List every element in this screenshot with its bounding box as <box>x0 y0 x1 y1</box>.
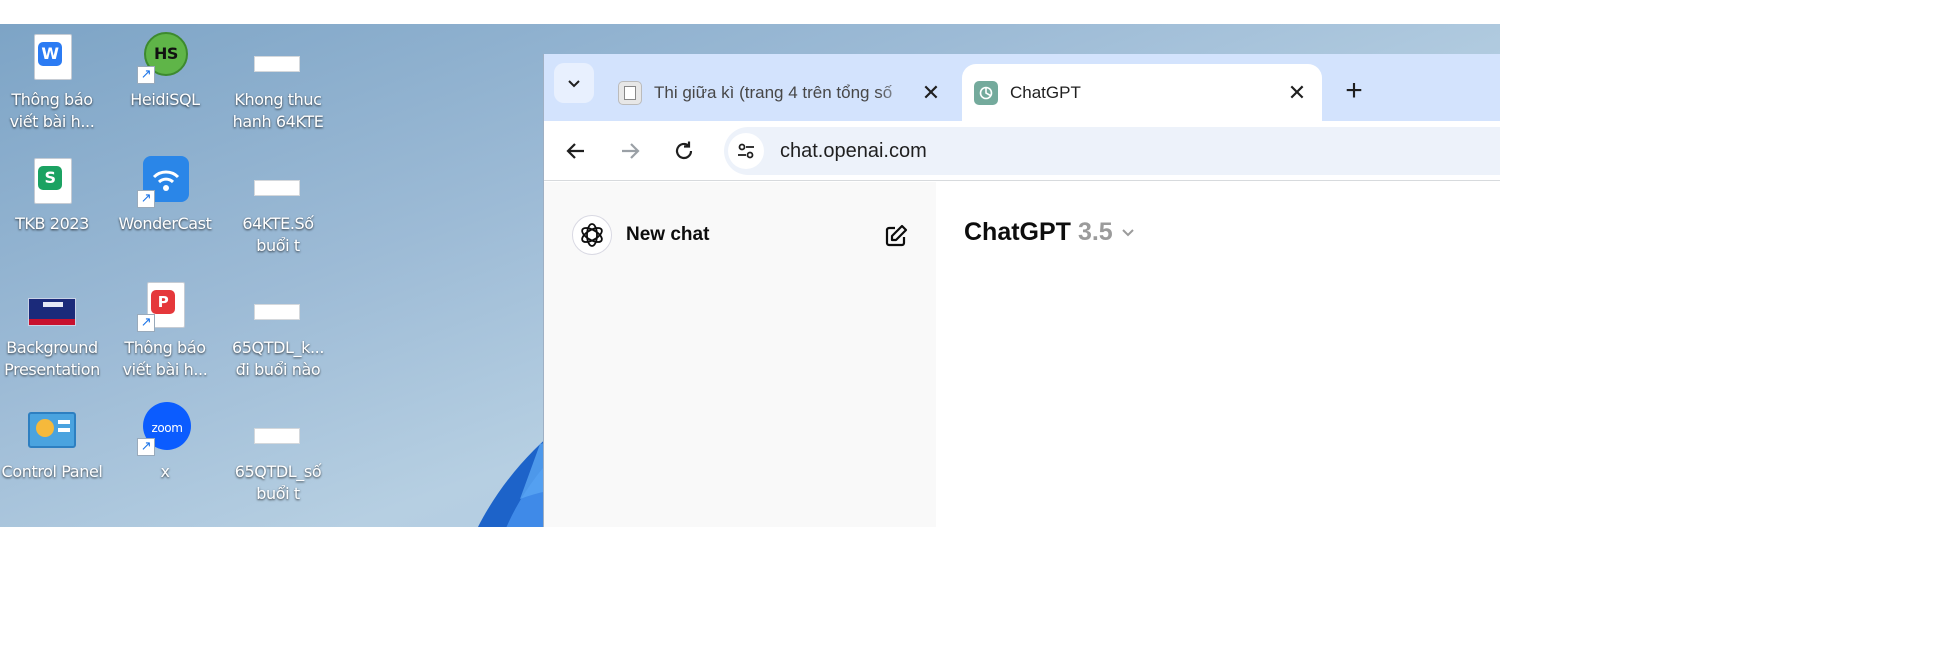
presentation-image-icon <box>24 278 80 334</box>
document-favicon-icon <box>618 80 642 105</box>
address-bar[interactable]: chat.openai.com <box>724 127 1500 175</box>
chatgpt-page: New chat ChatGPT 3.5 <box>544 182 1500 527</box>
tab-search-button[interactable] <box>554 63 594 103</box>
desktop-icon-zoom[interactable]: zoom ↗ x <box>113 402 217 514</box>
url-text[interactable]: chat.openai.com <box>780 140 927 163</box>
blank-file-icon <box>250 402 306 458</box>
new-chat-label: New chat <box>626 224 710 245</box>
close-tab-icon[interactable]: ✕ <box>916 78 946 108</box>
tab-title: Thi giữa kì (trang 4 trên tổng số <box>654 82 893 102</box>
arrow-left-icon <box>566 143 584 159</box>
back-button[interactable] <box>556 131 596 171</box>
wps-spreadsheet-icon: S <box>24 154 80 210</box>
chevron-down-icon <box>568 80 580 88</box>
new-chat-button[interactable]: New chat <box>572 212 922 258</box>
edit-compose-icon[interactable] <box>882 222 910 250</box>
desktop-icon-wondercast[interactable]: ↗ WonderCast <box>113 154 217 266</box>
reload-icon <box>675 141 693 160</box>
openai-logo-icon <box>572 215 612 255</box>
chatgpt-favicon-icon <box>974 80 998 105</box>
desktop-icon-thong-bao-pdf[interactable]: P ↗ Thông báo viết bài h... <box>113 278 217 390</box>
chevron-down-icon <box>1122 229 1134 237</box>
desktop-icon-khong-thuc-hanh[interactable]: Khong thuc hanh 64KTE <box>226 30 330 142</box>
wondercast-icon: ↗ <box>137 154 193 210</box>
desktop-icon-65qtdl-k[interactable]: 65QTDL_k... đi buổi nào <box>226 278 330 390</box>
wps-writer-doc-icon: W <box>24 30 80 86</box>
desktop-icon-control-panel[interactable]: Control Panel <box>0 402 104 514</box>
blank-file-icon <box>250 154 306 210</box>
desktop-icon-heidisql[interactable]: HS ↗ HeidiSQL <box>113 30 217 142</box>
zoom-icon: zoom ↗ <box>137 402 193 458</box>
tab-exam[interactable]: Thi giữa kì (trang 4 trên tổng số ✕ <box>604 64 956 121</box>
site-info-button[interactable] <box>728 133 764 169</box>
tune-icon <box>738 143 754 159</box>
sidebar: New chat <box>544 182 936 527</box>
model-name: ChatGPT <box>964 217 1071 246</box>
desktop-icon-tkb-2023[interactable]: S TKB 2023 <box>0 154 104 266</box>
desktop-icon-background-presentation[interactable]: Background Presentation <box>0 278 104 390</box>
reload-button[interactable] <box>664 131 704 171</box>
browser-toolbar: chat.openai.com <box>544 121 1500 181</box>
blank-file-icon <box>250 278 306 334</box>
tab-chatgpt[interactable]: ChatGPT ✕ <box>962 64 1322 121</box>
pdf-file-icon: P ↗ <box>137 278 193 334</box>
tab-title: ChatGPT <box>1010 82 1081 102</box>
desktop-icon-thong-bao-doc[interactable]: W Thông báo viết bài h... <box>0 30 104 142</box>
model-version: 3.5 <box>1077 217 1113 246</box>
model-selector[interactable]: ChatGPT 3.5 <box>964 212 1135 252</box>
new-tab-button[interactable]: + <box>1334 71 1374 111</box>
desktop-icon-64kte[interactable]: 64KTE.Số buổi t <box>226 154 330 266</box>
blank-file-icon <box>250 30 306 86</box>
browser-window: Thi giữa kì (trang 4 trên tổng số ✕ Chat… <box>543 54 1500 527</box>
heidisql-icon: HS ↗ <box>137 30 193 86</box>
tab-strip: Thi giữa kì (trang 4 trên tổng số ✕ Chat… <box>544 54 1500 121</box>
control-panel-icon <box>24 402 80 458</box>
desktop-icon-65qtdl-so[interactable]: 65QTDL_số buổi t <box>226 402 330 514</box>
close-tab-icon[interactable]: ✕ <box>1282 78 1312 108</box>
forward-button[interactable] <box>610 131 650 171</box>
arrow-right-icon <box>622 143 640 159</box>
